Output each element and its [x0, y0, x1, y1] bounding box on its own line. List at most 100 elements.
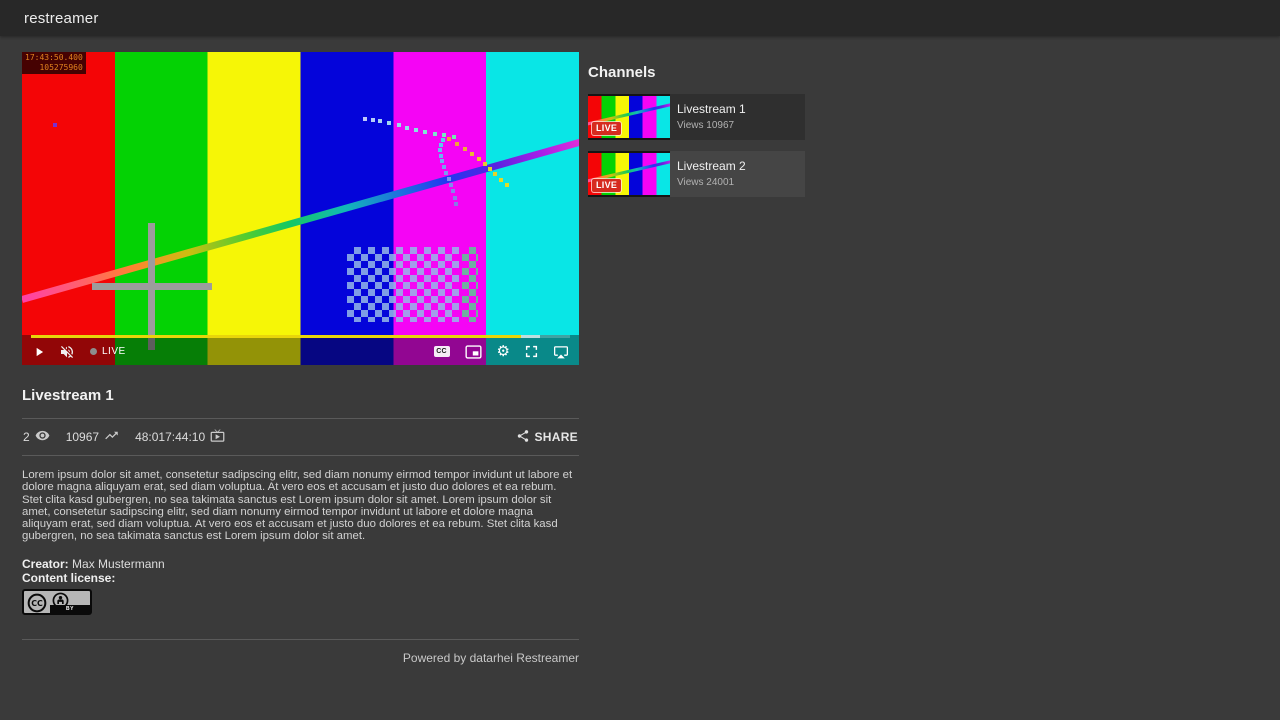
pattern-dot	[452, 135, 456, 139]
seek-to-live-button[interactable]: LIVE	[90, 341, 126, 363]
pattern-dot	[493, 172, 497, 176]
live-badge: LIVE	[592, 179, 621, 192]
channel-views: Views 10967	[677, 120, 746, 131]
cc-by-label: BY	[50, 605, 90, 613]
share-button[interactable]: SHARE	[516, 429, 578, 446]
pattern-dot	[447, 137, 451, 141]
airplay-button[interactable]	[553, 341, 569, 363]
picture-in-picture-button[interactable]	[465, 341, 482, 363]
pattern-dot	[371, 118, 375, 122]
pattern-dot	[444, 171, 448, 175]
channel-list-item[interactable]: LIVE Livestream 2 Views 24001	[588, 151, 805, 197]
fullscreen-icon	[525, 345, 538, 358]
settings-gear-icon: ⚙	[497, 344, 510, 359]
rainbow-line	[22, 139, 579, 303]
pattern-dot	[438, 148, 442, 152]
cc-logo-icon: CC	[27, 593, 47, 613]
pattern-dot	[453, 196, 457, 200]
stream-description: Lorem ipsum dolor sit amet, consetetur s…	[22, 469, 579, 543]
video-pattern-layer	[22, 52, 579, 365]
play-button[interactable]	[32, 341, 46, 363]
runtime-value: 48:017:44:10	[135, 430, 205, 444]
pattern-dot	[440, 159, 444, 163]
pattern-dot	[439, 143, 443, 147]
play-progress	[31, 335, 521, 338]
mute-button[interactable]	[59, 341, 75, 363]
settings-button[interactable]: ⚙	[497, 341, 510, 363]
timecode-text: 17:43:50.400	[25, 53, 83, 63]
pattern-dot	[455, 142, 459, 146]
pattern-dot	[477, 157, 481, 161]
cc-icon: CC	[434, 346, 450, 357]
pattern-dot	[442, 133, 446, 137]
live-tv-icon	[205, 428, 225, 446]
pattern-dot	[387, 121, 391, 125]
view-count: 10967	[66, 430, 99, 444]
channel-name: Livestream 2	[677, 159, 746, 173]
license-label: Content license:	[22, 571, 115, 585]
live-indicator-label: LIVE	[102, 346, 126, 357]
pattern-dot	[441, 138, 445, 142]
captions-button[interactable]: CC	[434, 341, 450, 363]
pattern-dot	[488, 167, 492, 171]
seek-bar[interactable]	[31, 335, 570, 338]
frame-counter-text: 105275960	[25, 63, 83, 73]
divider	[22, 455, 579, 456]
share-icon	[516, 429, 534, 446]
pattern-dot	[447, 177, 451, 181]
pattern-dot	[505, 183, 509, 187]
channel-name: Livestream 1	[677, 102, 746, 116]
pattern-dot	[449, 183, 453, 187]
app-title: restreamer	[24, 10, 99, 27]
pattern-dot	[53, 123, 57, 127]
pattern-dot	[405, 126, 409, 130]
channel-meta: Livestream 2 Views 24001	[670, 151, 746, 197]
checkerboard-green	[462, 247, 478, 322]
channel-thumbnail: LIVE	[588, 94, 670, 140]
pattern-dot	[451, 189, 455, 193]
pattern-dot	[470, 152, 474, 156]
cc-by-license-badge[interactable]: CC BY	[22, 589, 92, 615]
pattern-dot	[442, 165, 446, 169]
pattern-dot	[414, 128, 418, 132]
burnt-in-timecode: 17:43:50.400 105275960	[22, 52, 86, 74]
total-views: 10967	[66, 428, 119, 446]
creator-label: Creator:	[22, 557, 69, 571]
trending-up-icon	[99, 428, 119, 446]
channel-meta: Livestream 1 Views 10967	[670, 94, 746, 140]
pattern-dot	[463, 147, 467, 151]
channel-list-item[interactable]: LIVE Livestream 1 Views 10967	[588, 94, 805, 140]
stream-runtime: 48:017:44:10	[135, 428, 225, 446]
pattern-dot	[499, 178, 503, 182]
pattern-dot	[363, 117, 367, 121]
stream-title: Livestream 1	[22, 387, 579, 404]
crosshair-horizontal	[92, 283, 212, 290]
volume-muted-icon	[59, 344, 75, 360]
live-badge: LIVE	[592, 122, 621, 135]
viewer-count: 2	[23, 430, 30, 444]
svg-text:CC: CC	[31, 599, 43, 608]
channels-panel: Channels LIVE Livestream 1 Views 10967 L…	[588, 52, 805, 665]
license-line: Content license:	[22, 571, 579, 585]
stream-stats-row: 2 10967 48:017:44:10	[22, 419, 579, 455]
fullscreen-button[interactable]	[525, 341, 538, 363]
share-label: SHARE	[534, 430, 578, 444]
play-icon	[32, 345, 46, 359]
divider	[22, 639, 579, 640]
channel-views: Views 24001	[677, 177, 746, 188]
channel-thumbnail: LIVE	[588, 151, 670, 197]
pip-icon	[465, 345, 482, 359]
pattern-dot	[454, 202, 458, 206]
channels-heading: Channels	[588, 64, 805, 81]
pattern-dot	[397, 123, 401, 127]
video-player[interactable]: 17:43:50.400 105275960	[22, 52, 579, 365]
pattern-dot	[483, 162, 487, 166]
airplay-icon	[553, 345, 569, 359]
pattern-dot	[439, 154, 443, 158]
live-dot-icon	[90, 348, 97, 355]
pattern-dot	[433, 132, 437, 136]
eye-icon	[30, 428, 50, 446]
main-content: 17:43:50.400 105275960	[0, 36, 1280, 665]
current-viewers: 2	[23, 428, 50, 446]
player-control-bar: LIVE CC ⚙	[22, 335, 579, 365]
